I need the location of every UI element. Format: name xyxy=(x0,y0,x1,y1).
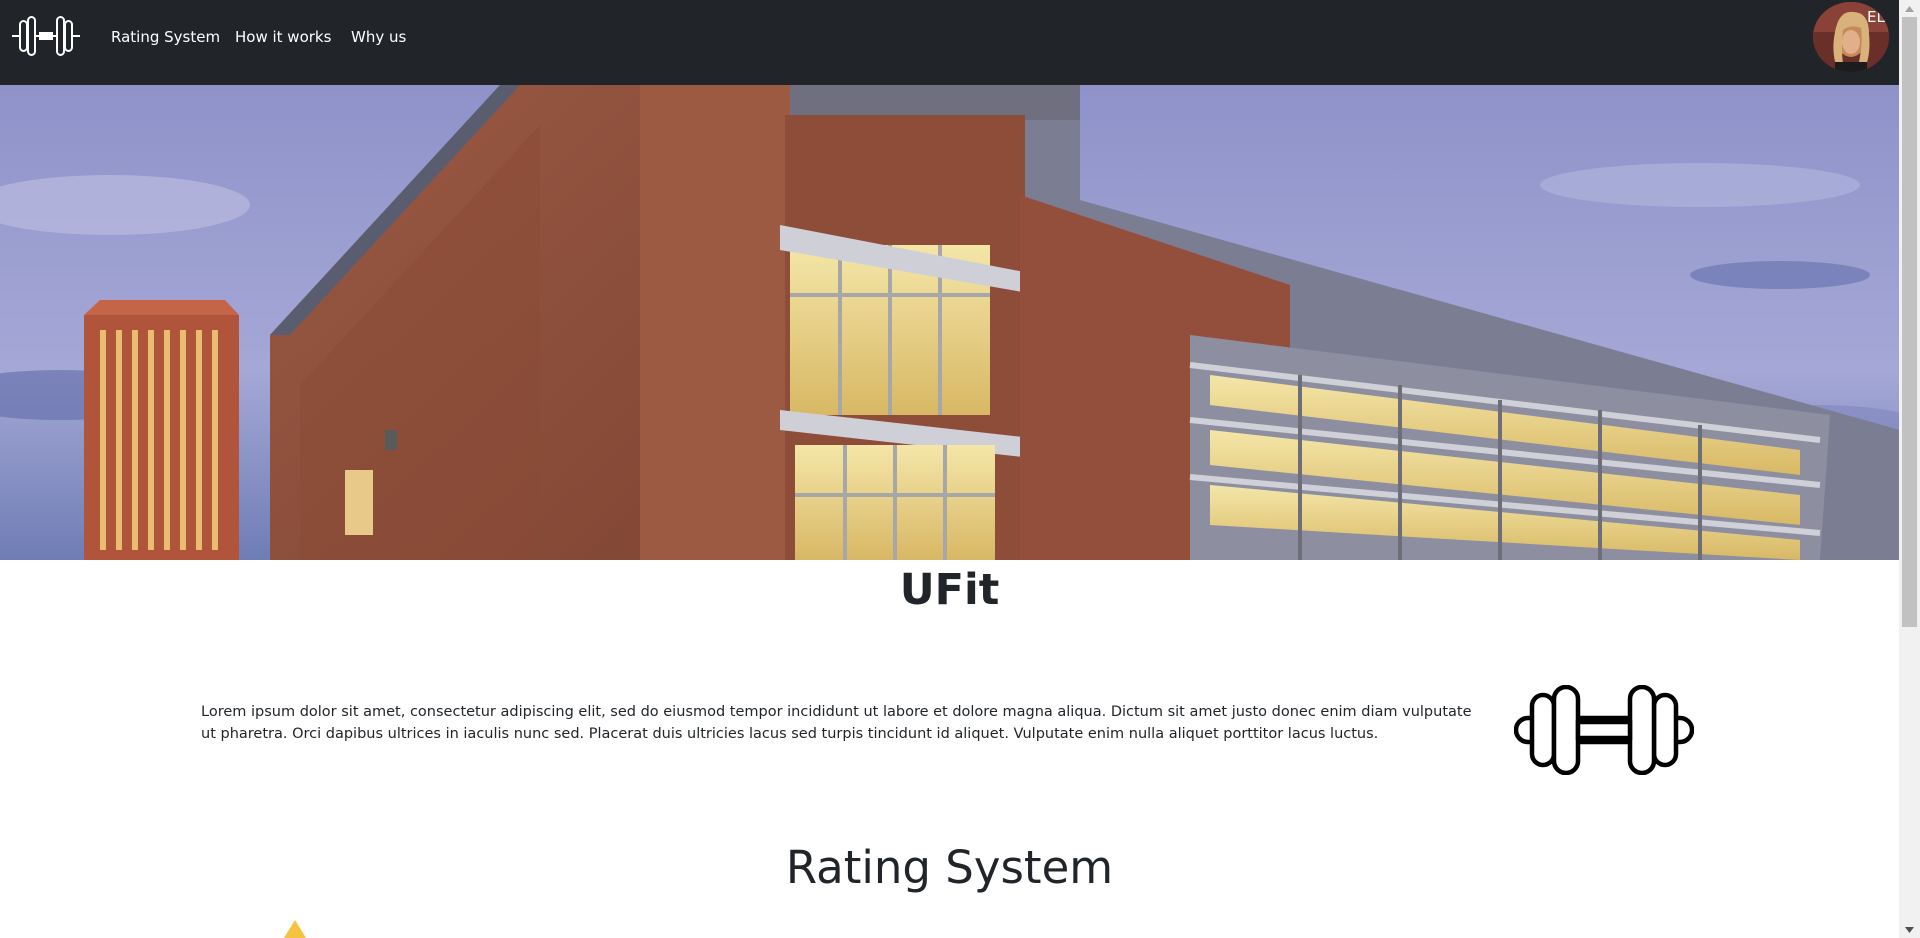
scroll-down-arrow-icon[interactable] xyxy=(1899,921,1920,938)
hero-image xyxy=(0,85,1899,560)
page-title: UFit xyxy=(899,565,1000,615)
dumbbell-icon xyxy=(1513,684,1695,776)
nav-link-how-it-works[interactable]: How it works xyxy=(235,28,331,46)
avatar[interactable]: EL xyxy=(1813,2,1889,72)
svg-text:EL: EL xyxy=(1867,8,1885,26)
nav-link-why-us[interactable]: Why us xyxy=(351,28,406,46)
star-icon xyxy=(280,920,310,938)
intro-paragraph: Lorem ipsum dolor sit amet, consectetur … xyxy=(201,704,1472,742)
scrollbar-thumb[interactable] xyxy=(1902,17,1917,627)
navbar: Rating System How it works Why us EL xyxy=(0,0,1899,85)
avatar-image: EL xyxy=(1813,2,1889,72)
page: Rating System How it works Why us EL UFi… xyxy=(0,0,1899,938)
section-title-rating-system: Rating System xyxy=(785,841,1114,894)
brand-logo[interactable] xyxy=(11,13,81,59)
nav-link-rating-system[interactable]: Rating System xyxy=(111,28,220,46)
scroll-up-arrow-icon[interactable] xyxy=(1899,0,1920,17)
building-photo xyxy=(0,85,1899,560)
intro-dumbbell xyxy=(1513,684,1695,776)
vertical-scrollbar[interactable] xyxy=(1899,0,1920,938)
dumbbell-icon xyxy=(12,16,80,56)
